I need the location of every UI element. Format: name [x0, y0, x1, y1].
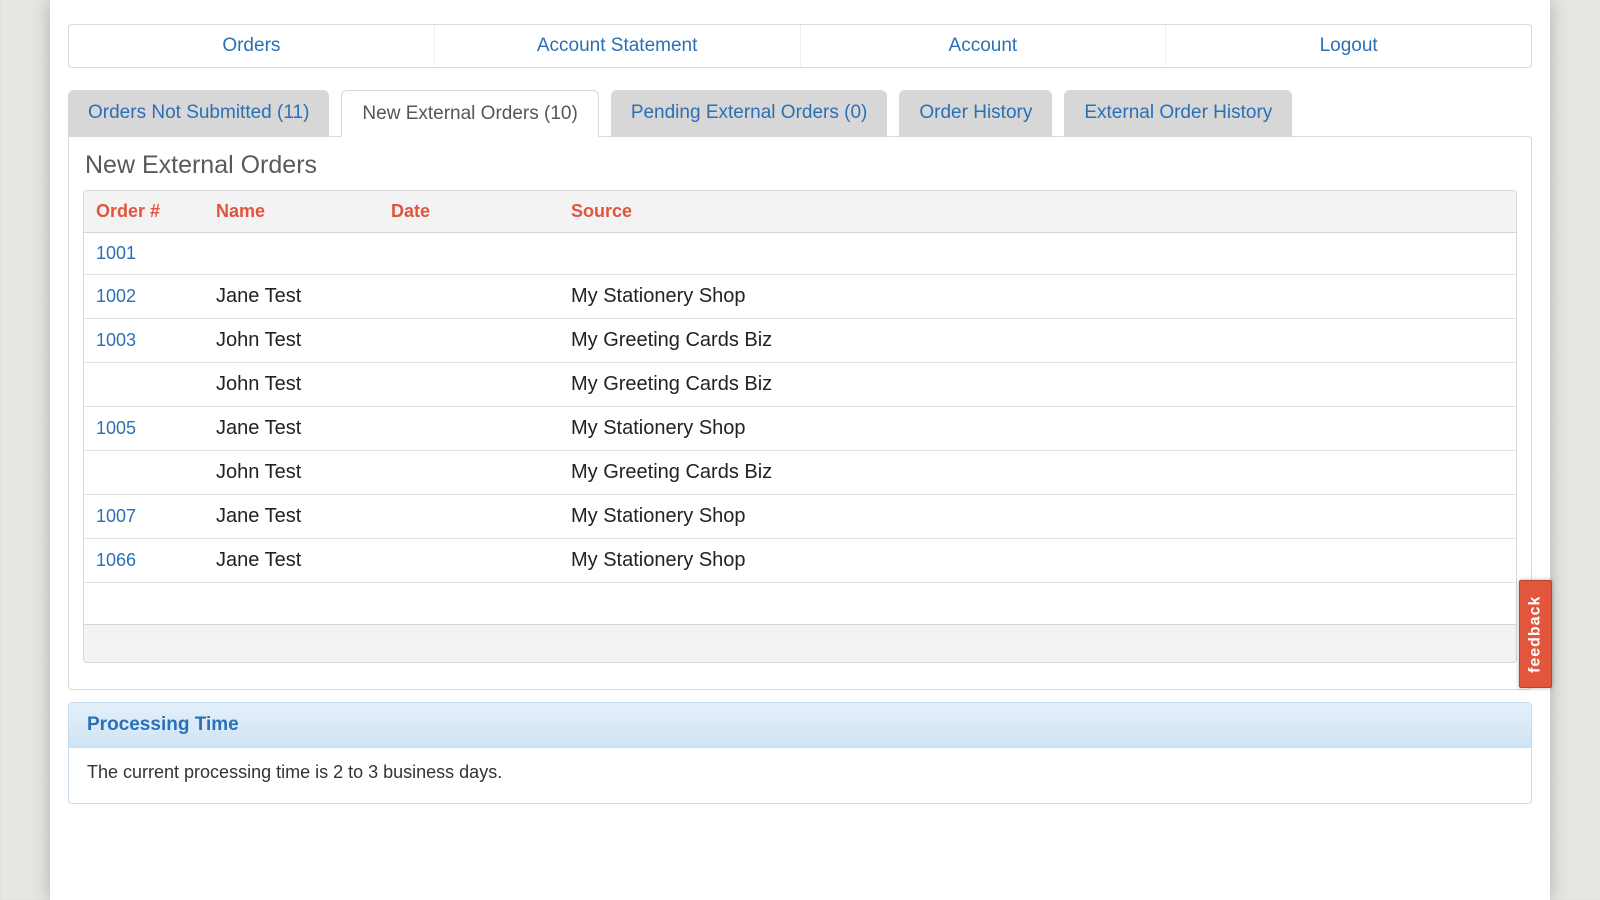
- cell-date: [379, 451, 559, 495]
- cell-name: John Test: [204, 363, 379, 407]
- table-row: 1003John Test My Greeting Cards Biz: [84, 319, 1516, 363]
- tab-orders-not-submitted[interactable]: Orders Not Submitted (11): [68, 90, 329, 137]
- table-row: [84, 583, 1516, 624]
- cell-source: My Stationery Shop: [559, 407, 1516, 451]
- tab-panel-new-external-orders: New External Orders Order # Name Date So…: [68, 136, 1532, 690]
- cell-name: [204, 233, 379, 275]
- table-row: 1066Jane Test My Stationery Shop: [84, 539, 1516, 583]
- processing-time-callout: Processing Time The current processing t…: [68, 702, 1532, 804]
- order-link[interactable]: 1003: [84, 319, 204, 363]
- tab-order-history[interactable]: Order History: [899, 90, 1052, 137]
- table-header-row: Order # Name Date Source: [84, 191, 1516, 233]
- col-header-order[interactable]: Order #: [84, 191, 204, 233]
- nav-account[interactable]: Account: [800, 25, 1166, 67]
- cell-source: My Stationery Shop: [559, 275, 1516, 319]
- cell-source: [559, 233, 1516, 275]
- page-shell: Orders Account Statement Account Logout …: [50, 0, 1550, 900]
- col-header-source[interactable]: Source: [559, 191, 1516, 233]
- cell-source: [559, 583, 1516, 624]
- cell-name: [204, 583, 379, 624]
- cell-name: Jane Test: [204, 275, 379, 319]
- panel-title: New External Orders: [83, 151, 1517, 180]
- order-link[interactable]: 1002: [84, 275, 204, 319]
- table-row: 1007Jane Test My Stationery Shop: [84, 495, 1516, 539]
- cell-date: [379, 275, 559, 319]
- cell-date: [379, 583, 559, 624]
- order-link[interactable]: 1001: [84, 233, 204, 275]
- col-header-date[interactable]: Date: [379, 191, 559, 233]
- page-inner: Orders Account Statement Account Logout …: [50, 4, 1550, 804]
- nav-logout[interactable]: Logout: [1165, 25, 1531, 67]
- tab-external-order-history[interactable]: External Order History: [1064, 90, 1292, 137]
- nav-orders[interactable]: Orders: [69, 25, 434, 67]
- top-nav: Orders Account Statement Account Logout: [68, 24, 1532, 68]
- order-link: [84, 451, 204, 495]
- cell-name: Jane Test: [204, 407, 379, 451]
- cell-source: My Greeting Cards Biz: [559, 363, 1516, 407]
- cell-date: [379, 319, 559, 363]
- tab-bar: Orders Not Submitted (11) New External O…: [68, 90, 1532, 137]
- order-link[interactable]: 1066: [84, 539, 204, 583]
- processing-time-title: Processing Time: [69, 703, 1531, 748]
- cell-date: [379, 407, 559, 451]
- cell-name: John Test: [204, 319, 379, 363]
- cell-source: My Greeting Cards Biz: [559, 319, 1516, 363]
- cell-source: My Stationery Shop: [559, 495, 1516, 539]
- table-row: John Test My Greeting Cards Biz: [84, 451, 1516, 495]
- cell-name: John Test: [204, 451, 379, 495]
- tab-new-external-orders[interactable]: New External Orders (10): [341, 90, 598, 137]
- order-link: [84, 583, 204, 624]
- cell-name: Jane Test: [204, 495, 379, 539]
- cell-source: My Greeting Cards Biz: [559, 451, 1516, 495]
- table-row: John Test My Greeting Cards Biz: [84, 363, 1516, 407]
- table-row: 1005Jane Test My Stationery Shop: [84, 407, 1516, 451]
- col-header-name[interactable]: Name: [204, 191, 379, 233]
- cell-date: [379, 495, 559, 539]
- cell-date: [379, 233, 559, 275]
- feedback-tab[interactable]: feedback: [1519, 580, 1552, 688]
- nav-account-statement[interactable]: Account Statement: [434, 25, 800, 67]
- order-link: [84, 363, 204, 407]
- orders-table: Order # Name Date Source 10011002Jane Te…: [83, 190, 1517, 663]
- tab-pending-external-orders[interactable]: Pending External Orders (0): [611, 90, 888, 137]
- order-link[interactable]: 1005: [84, 407, 204, 451]
- cell-source: My Stationery Shop: [559, 539, 1516, 583]
- table-footer-row: [84, 624, 1516, 662]
- table-row: 1001: [84, 233, 1516, 275]
- order-link[interactable]: 1007: [84, 495, 204, 539]
- table-row: 1002Jane Test My Stationery Shop: [84, 275, 1516, 319]
- cell-date: [379, 363, 559, 407]
- processing-time-body: The current processing time is 2 to 3 bu…: [69, 748, 1531, 803]
- cell-date: [379, 539, 559, 583]
- cell-name: Jane Test: [204, 539, 379, 583]
